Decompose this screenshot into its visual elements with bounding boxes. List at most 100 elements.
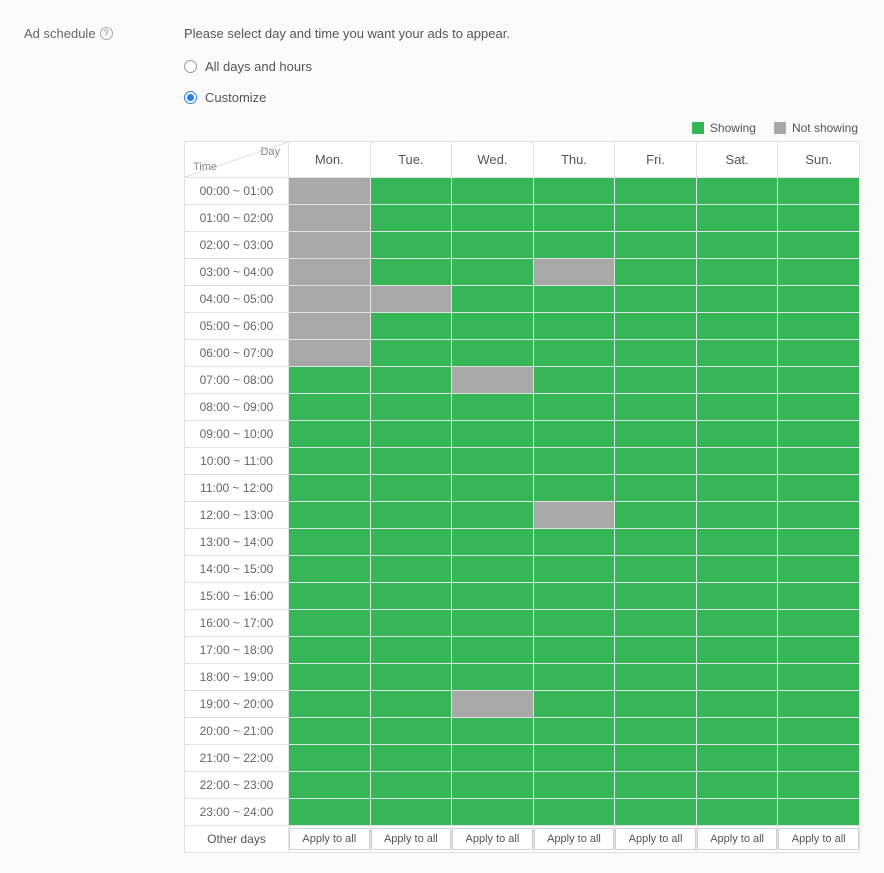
schedule-cell[interactable] [533,610,615,637]
schedule-cell[interactable] [778,556,860,583]
schedule-cell[interactable] [696,394,778,421]
schedule-cell[interactable] [452,610,534,637]
schedule-cell[interactable] [696,205,778,232]
schedule-cell[interactable] [778,799,860,826]
schedule-cell[interactable] [696,610,778,637]
schedule-cell[interactable] [289,583,371,610]
schedule-cell[interactable] [370,367,452,394]
schedule-cell[interactable] [533,259,615,286]
schedule-cell[interactable] [533,475,615,502]
schedule-cell[interactable] [696,691,778,718]
schedule-cell[interactable] [778,448,860,475]
schedule-cell[interactable] [696,340,778,367]
schedule-cell[interactable] [289,421,371,448]
schedule-cell[interactable] [778,772,860,799]
schedule-cell[interactable] [615,286,697,313]
schedule-cell[interactable] [778,232,860,259]
schedule-cell[interactable] [452,205,534,232]
help-icon[interactable]: ? [100,27,113,40]
schedule-cell[interactable] [696,313,778,340]
schedule-cell[interactable] [533,529,615,556]
schedule-cell[interactable] [452,637,534,664]
schedule-cell[interactable] [289,529,371,556]
schedule-cell[interactable] [696,718,778,745]
schedule-cell[interactable] [696,502,778,529]
schedule-cell[interactable] [533,178,615,205]
apply-to-all-button[interactable]: Apply to all [289,828,370,850]
schedule-cell[interactable] [533,286,615,313]
apply-to-all-button[interactable]: Apply to all [452,828,533,850]
schedule-cell[interactable] [696,286,778,313]
schedule-cell[interactable] [696,475,778,502]
schedule-cell[interactable] [452,772,534,799]
schedule-cell[interactable] [289,367,371,394]
apply-to-all-button[interactable]: Apply to all [371,828,452,850]
schedule-cell[interactable] [533,691,615,718]
schedule-cell[interactable] [452,367,534,394]
schedule-cell[interactable] [289,205,371,232]
schedule-cell[interactable] [452,448,534,475]
schedule-cell[interactable] [370,799,452,826]
schedule-cell[interactable] [533,502,615,529]
schedule-cell[interactable] [696,232,778,259]
schedule-cell[interactable] [533,718,615,745]
schedule-cell[interactable] [615,313,697,340]
schedule-cell[interactable] [533,745,615,772]
schedule-cell[interactable] [452,745,534,772]
schedule-cell[interactable] [615,394,697,421]
schedule-cell[interactable] [696,367,778,394]
schedule-cell[interactable] [370,178,452,205]
schedule-cell[interactable] [370,475,452,502]
schedule-cell[interactable] [370,232,452,259]
schedule-cell[interactable] [452,340,534,367]
schedule-cell[interactable] [533,637,615,664]
schedule-cell[interactable] [615,367,697,394]
schedule-cell[interactable] [370,745,452,772]
schedule-cell[interactable] [778,475,860,502]
schedule-cell[interactable] [452,475,534,502]
schedule-cell[interactable] [778,178,860,205]
schedule-cell[interactable] [778,340,860,367]
schedule-cell[interactable] [289,556,371,583]
schedule-cell[interactable] [289,772,371,799]
schedule-cell[interactable] [615,799,697,826]
schedule-cell[interactable] [452,556,534,583]
schedule-cell[interactable] [778,313,860,340]
apply-to-all-button[interactable]: Apply to all [778,828,859,850]
schedule-cell[interactable] [778,610,860,637]
schedule-cell[interactable] [696,799,778,826]
schedule-cell[interactable] [615,637,697,664]
schedule-cell[interactable] [615,718,697,745]
schedule-cell[interactable] [452,583,534,610]
schedule-cell[interactable] [615,745,697,772]
apply-to-all-button[interactable]: Apply to all [615,828,696,850]
schedule-cell[interactable] [696,745,778,772]
schedule-cell[interactable] [452,394,534,421]
schedule-cell[interactable] [533,421,615,448]
apply-to-all-button[interactable]: Apply to all [697,828,778,850]
schedule-cell[interactable] [533,205,615,232]
schedule-cell[interactable] [289,475,371,502]
schedule-cell[interactable] [533,583,615,610]
schedule-cell[interactable] [370,259,452,286]
schedule-cell[interactable] [533,556,615,583]
schedule-cell[interactable] [778,745,860,772]
schedule-cell[interactable] [452,529,534,556]
schedule-cell[interactable] [452,502,534,529]
schedule-cell[interactable] [533,394,615,421]
schedule-cell[interactable] [289,178,371,205]
schedule-cell[interactable] [533,448,615,475]
schedule-cell[interactable] [778,259,860,286]
schedule-cell[interactable] [696,529,778,556]
schedule-cell[interactable] [370,772,452,799]
schedule-cell[interactable] [370,286,452,313]
schedule-cell[interactable] [615,664,697,691]
schedule-cell[interactable] [778,367,860,394]
schedule-cell[interactable] [370,718,452,745]
schedule-cell[interactable] [370,610,452,637]
schedule-cell[interactable] [533,313,615,340]
schedule-cell[interactable] [778,421,860,448]
schedule-cell[interactable] [289,610,371,637]
schedule-cell[interactable] [289,394,371,421]
schedule-cell[interactable] [370,340,452,367]
